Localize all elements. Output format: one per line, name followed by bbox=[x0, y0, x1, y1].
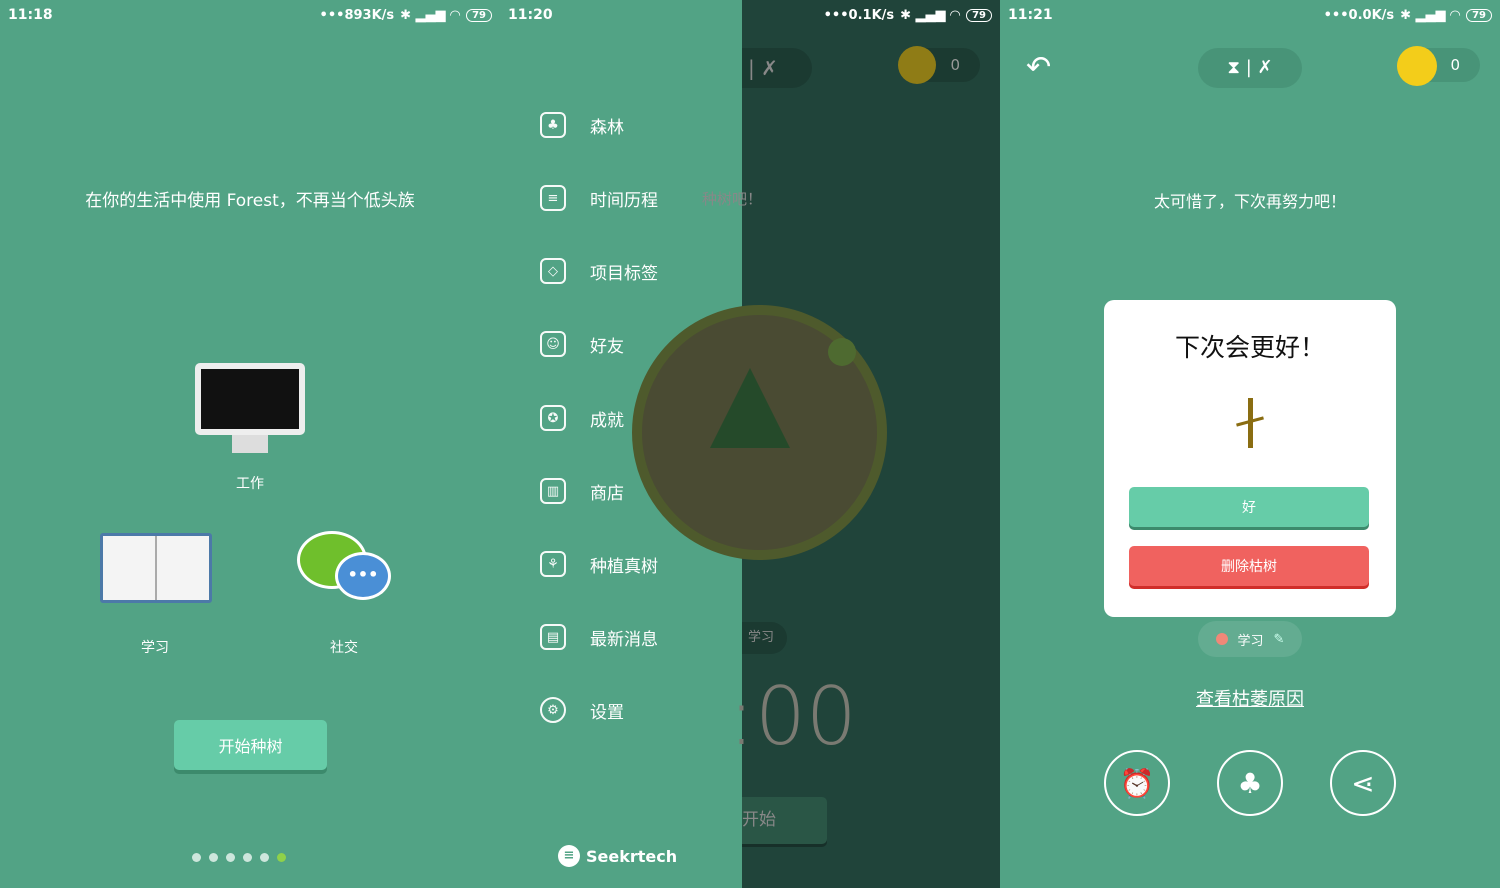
onboarding-screen: 11:18 •••893K/s ✱ ▂▄▆ ◠ 79 在你的生活中使用 Forest… bbox=[0, 0, 500, 888]
drawer-screen: | ✗ 0 种树吧！ 学习 :00 开始 11:20 •••0.1K/s ✱ ▂▄… bbox=[500, 0, 1000, 888]
menu-label: 森林 bbox=[590, 117, 624, 138]
book-icon[interactable] bbox=[100, 533, 212, 603]
start-planting-button[interactable]: 开始种树 bbox=[174, 720, 327, 770]
chat-bubble-icon: ••• bbox=[335, 552, 391, 600]
seekrtech-icon: ≡ bbox=[558, 845, 580, 867]
tag-chip[interactable]: 学习 ✎ bbox=[1198, 621, 1302, 657]
menu-item-news[interactable]: ▤ 最新消息 bbox=[540, 624, 658, 650]
status-bar: 11:18 •••893K/s ✱ ▂▄▆ ◠ 79 bbox=[0, 0, 500, 30]
menu-item-timeline[interactable]: ≡ 时间历程 bbox=[540, 185, 658, 211]
menu-item-settings[interactable]: ⚙ 设置 bbox=[540, 697, 624, 723]
status-time: 11:21 bbox=[1008, 7, 1053, 23]
tree-withered-screen: 11:21 •••0.0K/s ✱ ▂▄▆ ◠ 79 ↶ ⧗ | ✗ 0 太可惜了，… bbox=[1000, 0, 1500, 888]
menu-label: 项目标签 bbox=[590, 263, 658, 284]
brand-name: Seekrtech bbox=[586, 846, 678, 866]
alarm-clock-icon[interactable]: ⏰ bbox=[1104, 750, 1170, 816]
coin-icon bbox=[898, 46, 936, 84]
view-wither-reason-link[interactable]: 查看枯萎原因 bbox=[1000, 685, 1500, 711]
category-work-label: 工作 bbox=[236, 476, 264, 492]
status-bar: 11:21 •••0.0K/s ✱ ▂▄▆ ◠ 79 bbox=[1000, 0, 1500, 30]
signal-icon: ✱ ▂▄▆ ◠ bbox=[1400, 7, 1461, 23]
withered-dialog: 下次会更好！ 好 删除枯树 bbox=[1104, 300, 1396, 617]
status-time: 11:18 bbox=[8, 7, 53, 23]
menu-label: 成就 bbox=[590, 410, 624, 431]
start-button[interactable]: 开始 bbox=[742, 797, 827, 844]
menu-item-plant-real-trees[interactable]: ⚘ 种植真树 bbox=[540, 551, 658, 577]
tag-chip[interactable]: 学习 bbox=[742, 622, 787, 654]
ok-button[interactable]: 好 bbox=[1129, 487, 1369, 527]
status-time: 11:20 bbox=[508, 7, 553, 23]
network-speed: •••0.1K/s bbox=[823, 7, 895, 23]
monitor-icon[interactable] bbox=[195, 363, 305, 435]
timer-handle[interactable] bbox=[828, 338, 856, 366]
menu-label: 时间历程 bbox=[590, 190, 658, 211]
menu-item-tags[interactable]: ◇ 项目标签 bbox=[540, 258, 658, 284]
headline: 在你的生活中使用 Forest，不再当个低头族 bbox=[85, 191, 415, 211]
menu-item-store[interactable]: ▥ 商店 bbox=[540, 478, 624, 504]
menu-item-achievements[interactable]: ✪ 成就 bbox=[540, 405, 624, 431]
tag-icon: ◇ bbox=[540, 258, 566, 284]
forest-icon[interactable]: ♣ bbox=[1217, 750, 1283, 816]
category-social-label: 社交 bbox=[330, 640, 358, 656]
category-study-label: 学习 bbox=[141, 640, 169, 656]
dialog-title: 下次会更好！ bbox=[1174, 333, 1325, 362]
menu-label: 最新消息 bbox=[590, 629, 658, 650]
page-indicator bbox=[188, 847, 290, 866]
no-fire-icon: ✗ bbox=[1257, 57, 1273, 78]
battery-icon: 79 bbox=[466, 8, 492, 22]
menu-item-friends[interactable]: ☺ 好友 bbox=[540, 331, 624, 357]
network-speed: •••0.0K/s bbox=[1323, 7, 1395, 23]
achievement-icon: ✪ bbox=[540, 405, 566, 431]
status-bar: 11:20 •••0.1K/s ✱ ▂▄▆ ◠ 79 bbox=[500, 0, 1000, 30]
delete-withered-tree-button[interactable]: 删除枯树 bbox=[1129, 546, 1369, 586]
monitor-stand bbox=[232, 435, 268, 453]
battery-icon: 79 bbox=[1466, 8, 1492, 22]
menu-label: 设置 bbox=[590, 702, 624, 723]
signal-icon: ✱ ▂▄▆ ◠ bbox=[400, 7, 461, 23]
menu-label: 种植真树 bbox=[590, 556, 658, 577]
news-icon: ▤ bbox=[540, 624, 566, 650]
gear-icon: ⚙ bbox=[540, 697, 566, 723]
forest-icon: ♣ bbox=[540, 112, 566, 138]
back-icon[interactable]: ↶ bbox=[1026, 50, 1051, 85]
mode-toggle[interactable]: | ✗ bbox=[742, 48, 812, 88]
timer-display: :00 bbox=[728, 670, 857, 763]
pencil-icon: ✎ bbox=[1273, 631, 1285, 647]
brand-logo: ≡ Seekrtech bbox=[558, 845, 677, 867]
dimmed-main-screen[interactable]: | ✗ 0 种树吧！ 学习 :00 开始 bbox=[632, 0, 1000, 888]
store-icon: ▥ bbox=[540, 478, 566, 504]
tag-color-dot bbox=[1215, 633, 1228, 645]
timeline-icon: ≡ bbox=[540, 185, 566, 211]
tree-icon bbox=[710, 368, 790, 448]
menu-label: 商店 bbox=[590, 483, 624, 504]
fail-message: 太可惜了，下次再努力吧！ bbox=[1153, 192, 1346, 211]
coin-icon bbox=[1397, 46, 1437, 86]
prompt-text: 种树吧！ bbox=[702, 190, 763, 208]
network-speed: •••893K/s bbox=[319, 7, 395, 23]
menu-item-forest[interactable]: ♣ 森林 bbox=[540, 112, 624, 138]
mode-toggle[interactable]: ⧗ | ✗ bbox=[1198, 48, 1302, 88]
menu-label: 好友 bbox=[590, 336, 624, 357]
tag-label: 学习 bbox=[1237, 633, 1264, 649]
battery-icon: 79 bbox=[966, 8, 992, 22]
friends-icon: ☺ bbox=[540, 331, 566, 357]
share-icon[interactable]: ⋖ bbox=[1330, 750, 1396, 816]
signal-icon: ✱ ▂▄▆ ◠ bbox=[900, 7, 961, 23]
sprout-icon: ⚘ bbox=[540, 551, 566, 577]
hourglass-icon: ⧗ bbox=[1227, 57, 1241, 78]
